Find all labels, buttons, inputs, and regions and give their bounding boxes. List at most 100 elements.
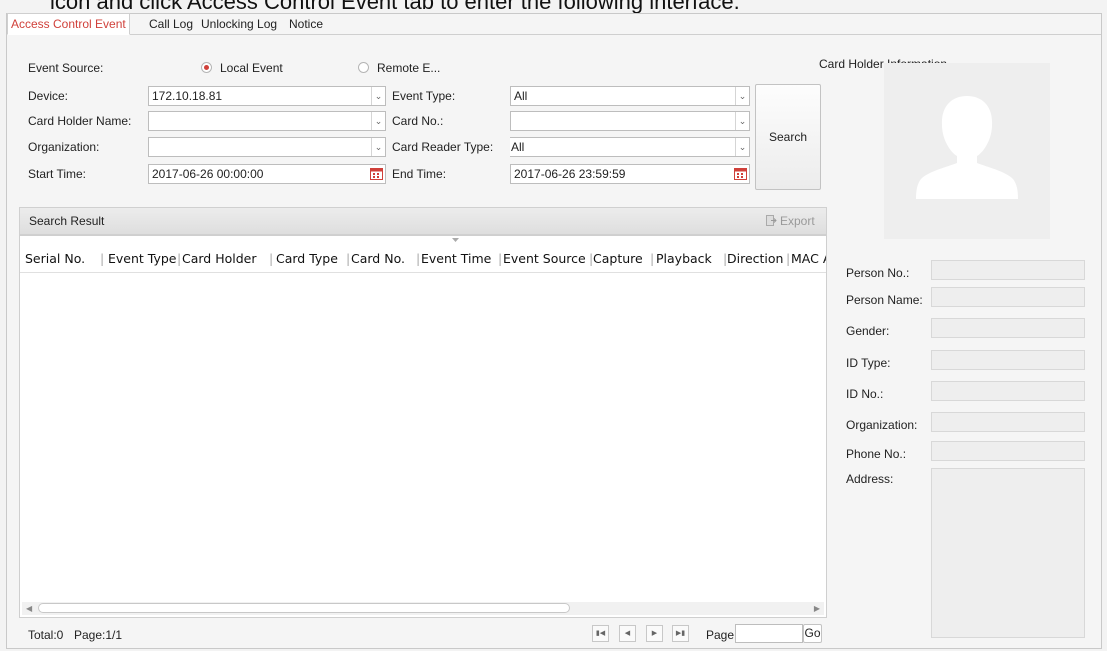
avatar-silhouette-icon	[916, 96, 1018, 199]
end-time-value: 2017-06-26 23:59:59	[514, 167, 626, 181]
total-count: Total:0	[28, 628, 64, 642]
tab-unlocking-log[interactable]: Unlocking Log	[199, 14, 279, 34]
document-caption: icon and click Access Control Event tab …	[0, 0, 1107, 13]
export-label: Export	[780, 214, 815, 228]
gender-label: Gender:	[846, 324, 890, 338]
column-header[interactable]: Event Type	[108, 246, 177, 272]
scroll-right-icon[interactable]: ▶	[814, 602, 820, 615]
card-reader-type-value: All	[511, 140, 525, 154]
search-result-header: Search Result Export	[19, 207, 827, 235]
column-header[interactable]: Capture	[593, 246, 643, 272]
phone-no-field	[931, 441, 1085, 461]
column-separator: |	[177, 251, 182, 266]
address-field	[931, 468, 1085, 638]
next-page-icon[interactable]: ▶	[646, 625, 663, 642]
dropdown-arrow-icon[interactable]: ⌄	[371, 87, 385, 105]
gender-field	[931, 318, 1085, 338]
horizontal-scrollbar[interactable]: ◀ ▶	[22, 602, 824, 615]
start-time-value: 2017-06-26 00:00:00	[152, 167, 264, 181]
person-no-label: Person No.:	[846, 266, 910, 280]
search-result-title: Search Result	[29, 214, 105, 228]
local-event-radio[interactable]: Local Event	[201, 59, 283, 77]
card-reader-type-label: Card Reader Type:	[392, 140, 494, 154]
device-value: 172.10.18.81	[152, 89, 223, 103]
id-type-label: ID Type:	[846, 356, 891, 370]
first-page-icon[interactable]: ▮◀	[592, 625, 609, 642]
column-separator: |	[346, 251, 351, 266]
column-separator: |	[416, 251, 421, 266]
search-button[interactable]: Search	[755, 84, 821, 190]
organization-info-field	[931, 412, 1085, 432]
column-separator: |	[498, 251, 503, 266]
page-number-input[interactable]	[735, 624, 803, 643]
event-type-label: Event Type:	[392, 89, 456, 103]
tab-call-log[interactable]: Call Log	[147, 14, 195, 34]
end-time-label: End Time:	[392, 167, 447, 181]
column-separator: |	[100, 251, 105, 266]
card-no-select[interactable]: ⌄	[510, 111, 750, 131]
card-holder-name-label: Card Holder Name:	[28, 114, 132, 128]
device-select[interactable]: 172.10.18.81 ⌄	[148, 86, 386, 106]
column-header[interactable]: Card Holder	[182, 246, 257, 272]
radio-unselected-icon	[358, 62, 369, 73]
local-event-label: Local Event	[220, 61, 283, 75]
export-button[interactable]: Export	[766, 212, 815, 230]
column-header[interactable]: Serial No.	[25, 246, 85, 272]
sort-indicator-icon	[452, 238, 459, 242]
column-separator: |	[786, 251, 791, 266]
start-time-label: Start Time:	[28, 167, 87, 181]
person-name-field	[931, 287, 1085, 307]
tab-access-control-event[interactable]: Access Control Event	[7, 13, 130, 35]
column-header[interactable]: Event Source	[503, 246, 586, 272]
dropdown-arrow-icon[interactable]: ⌄	[371, 112, 385, 130]
search-result-table: Serial No. | Event Type | Card Holder | …	[19, 235, 827, 618]
export-icon	[766, 215, 777, 226]
last-page-icon[interactable]: ▶▮	[672, 625, 689, 642]
column-separator: |	[269, 251, 274, 266]
radio-selected-icon	[201, 62, 212, 73]
column-header[interactable]: Event Time	[421, 246, 491, 272]
dropdown-arrow-icon[interactable]: ⌄	[735, 112, 749, 130]
person-no-field	[931, 260, 1085, 280]
device-label: Device:	[28, 89, 69, 103]
scroll-left-icon[interactable]: ◀	[26, 602, 32, 615]
id-no-field	[931, 381, 1085, 401]
remote-event-radio[interactable]: Remote E...	[358, 59, 440, 77]
caption-text: icon and click Access Control Event tab …	[50, 0, 740, 13]
card-reader-type-select[interactable]: All ⌄	[510, 137, 750, 157]
prev-page-icon[interactable]: ◀	[619, 625, 636, 642]
person-name-label: Person Name:	[846, 293, 923, 307]
tab-bar: Access Control Event Call Log Unlocking …	[7, 13, 1101, 35]
end-time-input[interactable]: 2017-06-26 23:59:59	[510, 164, 750, 184]
organization-label: Organization:	[28, 140, 100, 154]
remote-event-label: Remote E...	[377, 61, 441, 75]
id-type-field	[931, 350, 1085, 370]
card-holder-name-select[interactable]: ⌄	[148, 111, 386, 131]
calendar-icon[interactable]	[734, 167, 747, 180]
column-separator: |	[650, 251, 655, 266]
card-no-label: Card No.:	[392, 114, 444, 128]
organization-info-label: Organization:	[846, 418, 918, 432]
column-header[interactable]: Direction	[727, 246, 783, 272]
page-label: Page	[706, 628, 735, 642]
id-no-label: ID No.:	[846, 387, 884, 401]
event-source-label: Event Source:	[28, 61, 104, 75]
organization-select[interactable]: ⌄	[148, 137, 386, 157]
dropdown-arrow-icon[interactable]: ⌄	[735, 138, 749, 156]
event-type-select[interactable]: All ⌄	[510, 86, 750, 106]
dropdown-arrow-icon[interactable]: ⌄	[371, 138, 385, 156]
start-time-input[interactable]: 2017-06-26 00:00:00	[148, 164, 386, 184]
column-header[interactable]: Playback	[656, 246, 712, 272]
column-header[interactable]: Card Type	[276, 246, 338, 272]
column-header[interactable]: Card No.	[351, 246, 405, 272]
table-header: Serial No. | Event Type | Card Holder | …	[20, 246, 826, 273]
calendar-icon[interactable]	[370, 167, 383, 180]
tab-notice[interactable]: Notice	[287, 14, 325, 34]
go-button[interactable]: Go	[803, 624, 822, 643]
event-type-value: All	[514, 89, 528, 103]
column-header[interactable]: MAC A	[791, 246, 826, 272]
dropdown-arrow-icon[interactable]: ⌄	[735, 87, 749, 105]
scrollbar-thumb[interactable]	[38, 603, 570, 613]
address-label: Address:	[846, 472, 894, 486]
phone-no-label: Phone No.:	[846, 447, 907, 461]
